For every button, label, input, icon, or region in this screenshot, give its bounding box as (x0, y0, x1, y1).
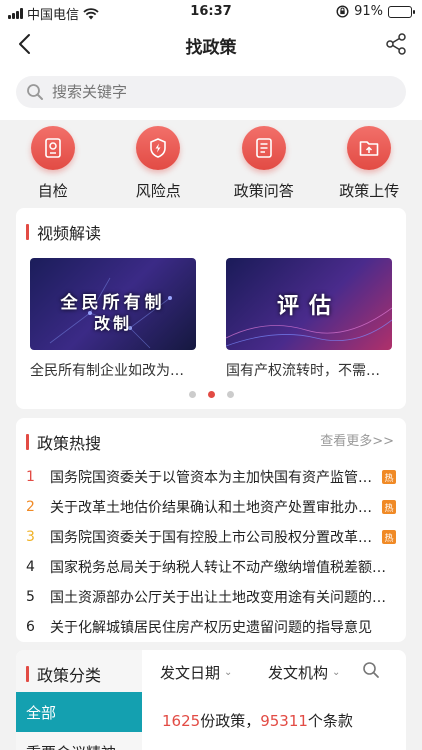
video-caption: 国有产权流转时，不需要评估的情形 (226, 363, 392, 379)
video-thumbnail: 评估 (226, 258, 392, 350)
search-box[interactable] (16, 76, 406, 108)
policy-count-unit: 份政策， (200, 712, 261, 730)
hot-list-item[interactable]: 3 国务院国资委关于国有控股上市公司股权分置改革的指导意见 热 (26, 522, 396, 552)
search-icon (27, 84, 43, 100)
section-accent-bar (26, 224, 29, 240)
section-accent-bar (26, 666, 29, 682)
policy-count: 1625 (162, 712, 201, 730)
category-sidebar: 政策分类 全部 重要会议精神 (16, 650, 142, 750)
chevron-down-icon: ⌄ (224, 667, 233, 678)
rank-number: 1 (26, 469, 35, 485)
navbar: 找政策 (0, 24, 422, 64)
quick-action-label: 政策问答 (233, 182, 294, 200)
video-thumb-subtitle: 改制 (93, 314, 132, 333)
section-header: 视频解读 (26, 220, 101, 244)
hot-list-item[interactable]: 2 关于改革土地估价结果确认和土地资产处置审批办法的通知 热 (26, 492, 396, 522)
hot-item-title: 关于改革土地估价结果确认和土地资产处置审批办法的通知 (50, 500, 380, 516)
section-header: 政策分类 (26, 662, 101, 686)
video-section: 视频解读 全民所有制 改制 全民所有制企业如改为有限责任公司 评估 国有产权流转… (16, 208, 406, 409)
hot-item-title: 国务院国资委关于以管资本为主加快国有资产监管职能转变的实施意见 (50, 470, 380, 486)
video-thumbnail: 全民所有制 改制 (30, 258, 196, 350)
category-content: 发文日期 ⌄ 发文机构 ⌄ 1625份政策，95311个条款 (142, 650, 406, 750)
battery-icon (388, 5, 415, 18)
hot-search-section: 政策热搜 查看更多>> 1 国务院国资委关于以管资本为主加快国有资产监管职能转变… (16, 418, 406, 642)
orientation-lock-icon (336, 5, 349, 18)
view-more-link[interactable]: 查看更多>> (320, 430, 394, 449)
hot-list-item[interactable]: 1 国务院国资委关于以管资本为主加快国有资产监管职能转变的实施意见 热 (26, 462, 396, 492)
hot-item-title: 国务院国资委关于国有控股上市公司股权分置改革的指导意见 (50, 530, 380, 546)
rank-number: 6 (26, 619, 35, 635)
carousel-dot[interactable] (226, 391, 234, 398)
shield-bolt-icon (136, 126, 181, 170)
filter-date-dropdown[interactable]: 发文日期 ⌄ (160, 662, 232, 683)
filter-org-dropdown[interactable]: 发文机构 ⌄ (268, 662, 340, 683)
video-thumb-title: 评估 (276, 294, 341, 319)
status-right: 91% (336, 4, 415, 19)
hot-badge: 热 (382, 500, 396, 514)
hot-item-title: 国家税务总局关于纳税人转让不动产缴纳增值税差额扣除有关问题的公告 (50, 560, 396, 576)
video-card-1[interactable]: 全民所有制 改制 全民所有制企业如改为有限责任公司 (30, 258, 196, 380)
quick-action-self-check[interactable]: 自检 (0, 120, 106, 206)
filter-label: 发文机构 (268, 664, 329, 682)
video-card-2[interactable]: 评估 国有产权流转时，不需要评估的情形 (226, 258, 392, 380)
page-title: 找政策 (185, 38, 237, 58)
quick-action-qa[interactable]: 政策问答 (211, 120, 317, 206)
hot-list-item[interactable]: 4 国家税务总局关于纳税人转让不动产缴纳增值税差额扣除有关问题的公告 (26, 552, 396, 582)
status-bar: 中国电信 16:37 91% (0, 0, 422, 24)
clause-count: 95311 (260, 712, 308, 730)
hot-badge: 热 (382, 470, 396, 484)
hot-item-title: 关于化解城镇居民住房产权历史遗留问题的指导意见 (50, 620, 372, 636)
section-header: 政策热搜 (26, 430, 101, 454)
rank-number: 4 (26, 559, 35, 575)
video-caption: 全民所有制企业如改为有限责任公司 (30, 363, 196, 379)
quick-action-label: 风险点 (135, 182, 181, 200)
carousel-dots (16, 391, 406, 398)
category-section: 政策分类 全部 重要会议精神 发文日期 ⌄ 发文机构 ⌄ 1625份政策，953… (16, 650, 406, 750)
folder-upload-icon (347, 126, 392, 170)
search-input[interactable] (52, 83, 352, 101)
category-item-meetings[interactable]: 重要会议精神 (26, 742, 116, 750)
hot-list-item[interactable]: 6 关于化解城镇居民住房产权历史遗留问题的指导意见 (26, 612, 396, 642)
certificate-icon (30, 126, 75, 170)
rank-number: 2 (26, 499, 35, 515)
quick-action-upload[interactable]: 政策上传 (317, 120, 422, 206)
carousel-dot[interactable] (188, 391, 196, 398)
section-title: 视频解读 (37, 224, 102, 243)
quick-action-label: 自检 (37, 182, 68, 200)
document-list-icon (241, 126, 286, 170)
share-icon[interactable] (384, 32, 408, 56)
search-bar (0, 64, 422, 120)
chevron-down-icon: ⌄ (332, 667, 341, 678)
section-title: 政策热搜 (37, 434, 102, 453)
search-icon[interactable] (362, 661, 380, 679)
quick-actions: 自检 风险点 政策问答 政策上传 (0, 120, 422, 206)
quick-action-label: 政策上传 (339, 182, 400, 200)
hot-list-item[interactable]: 5 国土资源部办公厅关于出让土地改变用途有关问题的复函 (26, 582, 396, 612)
hot-item-title: 国土资源部办公厅关于出让土地改变用途有关问题的复函 (50, 590, 396, 606)
clause-count-unit: 个条款 (307, 712, 353, 730)
battery-percent: 91% (354, 4, 383, 19)
quick-action-risk[interactable]: 风险点 (106, 120, 212, 206)
carousel-dot-active[interactable] (207, 391, 215, 398)
section-title: 政策分类 (37, 666, 102, 685)
category-item-all[interactable]: 全部 (16, 692, 142, 732)
policy-count-line: 1625份政策，95311个条款 (162, 710, 353, 731)
rank-number: 5 (26, 589, 35, 605)
rank-number: 3 (26, 529, 35, 545)
section-accent-bar (26, 434, 29, 450)
filter-label: 发文日期 (160, 664, 221, 682)
hot-list: 1 国务院国资委关于以管资本为主加快国有资产监管职能转变的实施意见 热 2 关于… (26, 462, 396, 642)
hot-badge: 热 (382, 530, 396, 544)
